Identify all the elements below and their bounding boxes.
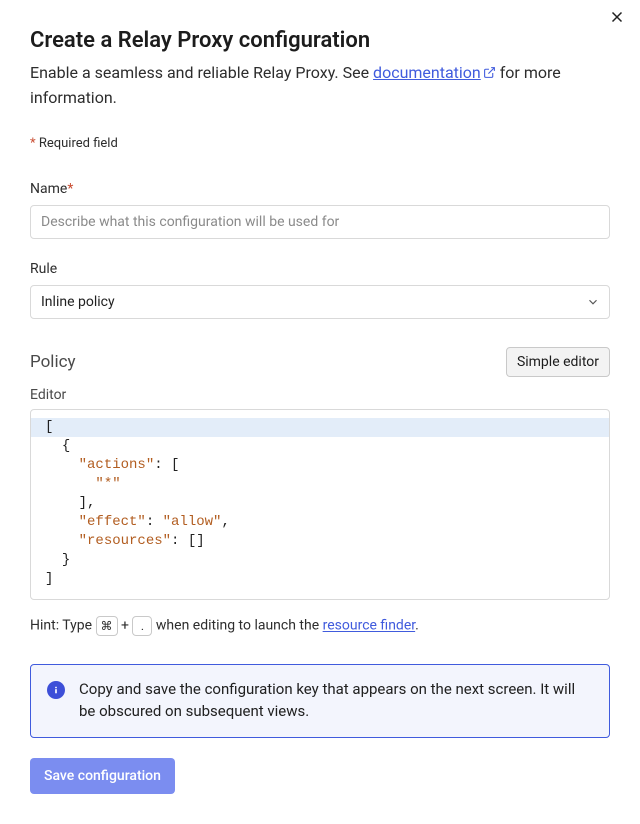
page-title: Create a Relay Proxy configuration bbox=[30, 28, 610, 53]
name-label: Name* bbox=[30, 181, 610, 197]
close-icon[interactable] bbox=[608, 8, 626, 26]
asterisk-icon: * bbox=[30, 136, 36, 151]
info-icon bbox=[47, 681, 65, 699]
rule-label: Rule bbox=[30, 261, 610, 277]
name-field: Name* bbox=[30, 181, 610, 239]
rule-select[interactable]: Inline policy bbox=[30, 285, 610, 319]
required-field-note: * Required field bbox=[30, 136, 610, 151]
policy-title: Policy bbox=[30, 352, 76, 372]
rule-field: Rule Inline policy bbox=[30, 261, 610, 319]
resource-finder-link[interactable]: resource finder bbox=[323, 618, 416, 634]
simple-editor-button[interactable]: Simple editor bbox=[506, 347, 610, 377]
asterisk-icon: * bbox=[67, 181, 73, 197]
dialog: Create a Relay Proxy configuration Enabl… bbox=[0, 0, 640, 824]
subtitle-prefix: Enable a seamless and reliable Relay Pro… bbox=[30, 63, 373, 82]
subtitle: Enable a seamless and reliable Relay Pro… bbox=[30, 61, 610, 110]
save-configuration-button[interactable]: Save configuration bbox=[30, 758, 175, 794]
info-text: Copy and save the configuration key that… bbox=[79, 679, 593, 723]
name-input[interactable] bbox=[30, 205, 610, 239]
policy-header: Policy Simple editor bbox=[30, 347, 610, 377]
external-link-icon bbox=[483, 62, 496, 86]
documentation-link[interactable]: documentation bbox=[373, 63, 496, 82]
info-banner: Copy and save the configuration key that… bbox=[30, 664, 610, 738]
editor-label: Editor bbox=[30, 387, 610, 403]
policy-editor[interactable]: [ { "actions": [ "*" ], "effect": "allow… bbox=[30, 409, 610, 600]
kbd-period: . bbox=[132, 616, 152, 636]
kbd-cmd: ⌘ bbox=[96, 616, 118, 636]
hint: Hint: Type ⌘ + . when editing to launch … bbox=[30, 616, 610, 636]
